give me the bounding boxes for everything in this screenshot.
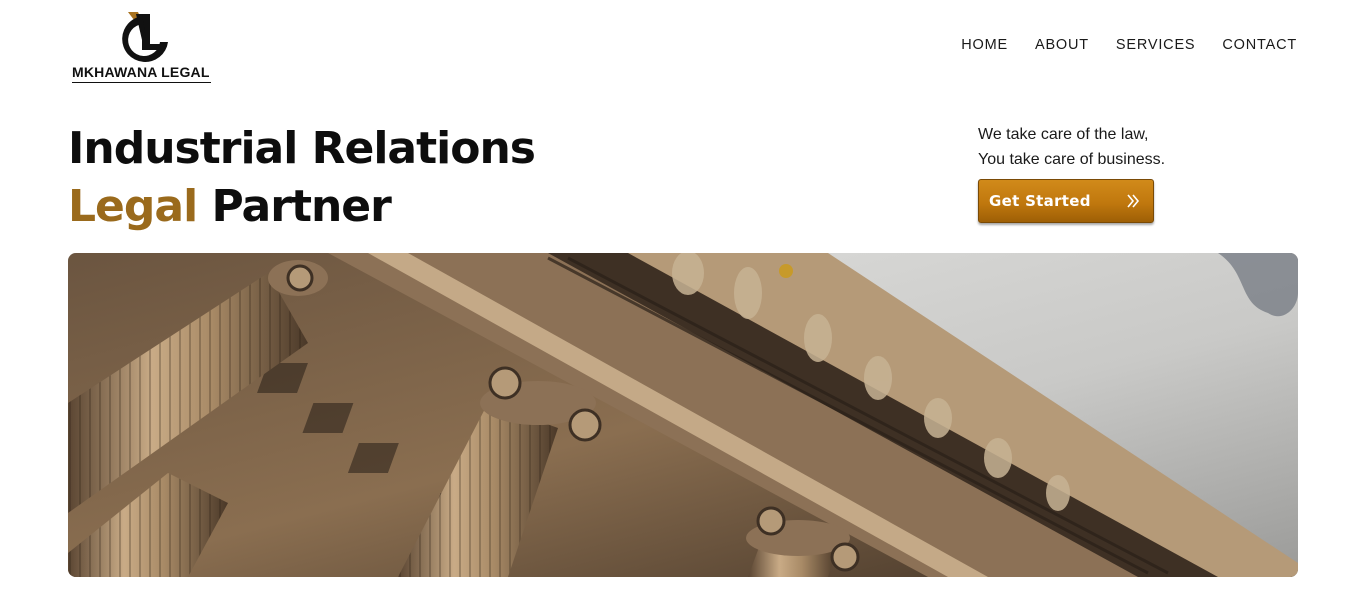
get-started-button[interactable]: Get Started bbox=[978, 179, 1154, 223]
hero-tagline: We take care of the law, You take care o… bbox=[978, 122, 1165, 172]
hero-image bbox=[68, 253, 1298, 577]
logo-mark-icon bbox=[122, 12, 168, 62]
hero-headline: Industrial Relations Legal Partner bbox=[68, 120, 536, 236]
double-chevron-right-icon bbox=[1127, 194, 1140, 208]
headline-line1: Industrial Relations bbox=[68, 123, 536, 174]
get-started-label: Get Started bbox=[989, 192, 1091, 210]
nav-home[interactable]: HOME bbox=[961, 37, 1008, 53]
nav-services[interactable]: SERVICES bbox=[1116, 37, 1195, 53]
courthouse-columns-photo bbox=[68, 253, 1298, 577]
headline-rest: Partner bbox=[211, 181, 391, 232]
nav-about[interactable]: ABOUT bbox=[1035, 37, 1089, 53]
main-nav: HOME ABOUT SERVICES CONTACT bbox=[961, 37, 1297, 53]
tagline-line1: We take care of the law, bbox=[978, 126, 1149, 143]
nav-contact[interactable]: CONTACT bbox=[1222, 37, 1297, 53]
tagline-line2: You take care of business. bbox=[978, 151, 1166, 168]
logo-wordmark: MKHAWANA LEGAL bbox=[72, 64, 210, 80]
headline-accent: Legal bbox=[68, 181, 198, 232]
logo-underline bbox=[72, 82, 211, 83]
site-logo[interactable]: MKHAWANA LEGAL bbox=[70, 8, 215, 84]
